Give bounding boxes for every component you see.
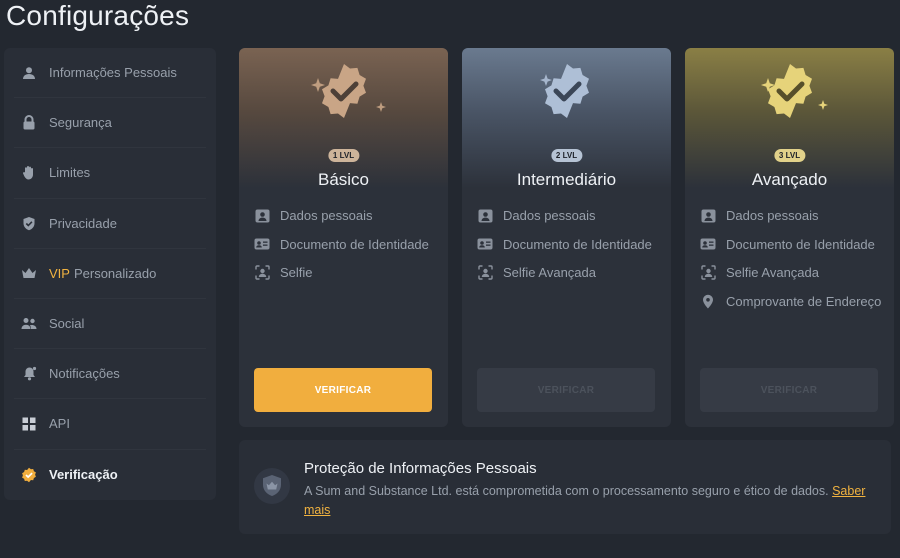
sidebar-item-security[interactable]: Segurança — [14, 98, 206, 149]
card-title: Intermediário — [516, 170, 617, 189]
crown-icon — [20, 264, 38, 282]
sidebar-item-limits[interactable]: Limites — [14, 148, 206, 199]
verified-badge-icon — [269, 60, 419, 150]
person-card-icon — [700, 206, 716, 225]
verified-badge-icon — [715, 60, 865, 150]
page-title: Configurações — [6, 0, 190, 31]
feature-item: Documento de Identidade — [254, 235, 438, 254]
feature-item: Dados pessoais — [477, 206, 661, 225]
verify-button[interactable]: VERIFICAR — [700, 368, 878, 412]
feature-item: Dados pessoais — [254, 206, 438, 225]
feature-item: Selfie Avançada — [700, 263, 884, 282]
verify-button[interactable]: VERIFICAR — [477, 368, 655, 412]
verified-badge-icon — [20, 466, 38, 484]
feature-item: Documento de Identidade — [700, 235, 884, 254]
sidebar-item-api[interactable]: API — [14, 399, 206, 450]
face-scan-icon — [477, 263, 493, 282]
person-card-icon — [477, 206, 493, 225]
user-icon — [20, 64, 38, 82]
sidebar-item-vip[interactable]: VIP Personalizado — [14, 249, 206, 299]
id-card-icon — [477, 235, 493, 254]
card-title: Avançado — [751, 170, 828, 189]
sidebar-item-label: Limites — [49, 165, 91, 181]
sidebar-item-verification[interactable]: Verificação — [14, 450, 206, 500]
sidebar-item-personal-info[interactable]: Informações Pessoais — [14, 48, 206, 99]
megaphone-icon — [20, 365, 38, 383]
sidebar-item-label: Informações Pessoais — [49, 65, 177, 81]
feature-item: Selfie — [254, 263, 438, 282]
face-scan-icon — [700, 263, 716, 282]
level-badge: 1 LVL — [327, 149, 360, 162]
feature-item: Documento de Identidade — [477, 235, 661, 254]
face-scan-icon — [254, 263, 270, 282]
grid-icon — [20, 415, 38, 433]
users-icon — [20, 315, 38, 333]
protection-description: A Sum and Substance Ltd. está comprometi… — [304, 484, 866, 517]
sidebar-item-label: Social — [49, 316, 85, 332]
settings-sidebar: Informações Pessoais Segurança Limites P… — [4, 48, 216, 500]
card-title: Básico — [317, 170, 370, 189]
sidebar-item-label: Notificações — [49, 366, 120, 382]
level-card-basic: 1 LVL Básico Dados pessoais Documento de… — [239, 48, 448, 427]
level-badge: 3 LVL — [773, 149, 806, 162]
data-protection-panel: Proteção de Informações Pessoais A Sum a… — [239, 440, 891, 534]
shield-check-icon — [20, 214, 38, 232]
lock-icon — [20, 114, 38, 132]
person-card-icon — [254, 206, 270, 225]
sidebar-item-label: Verificação — [49, 467, 118, 483]
shield-icon — [253, 467, 291, 505]
location-pin-icon — [700, 292, 716, 311]
sidebar-item-social[interactable]: Social — [14, 299, 206, 350]
feature-list: Dados pessoais Documento de Identidade S… — [254, 206, 438, 292]
sidebar-item-notifications[interactable]: Notificações — [14, 349, 206, 400]
hand-icon — [20, 164, 38, 182]
verify-button[interactable]: VERIFICAR — [254, 368, 432, 412]
feature-list: Dados pessoais Documento de Identidade S… — [700, 206, 884, 320]
id-card-icon — [700, 235, 716, 254]
sidebar-item-label: Segurança — [49, 115, 112, 131]
verified-badge-icon — [492, 60, 642, 150]
protection-title: Proteção de Informações Pessoais — [304, 460, 537, 477]
sidebar-item-label: Privacidade — [49, 215, 117, 231]
level-card-intermediate: 2 LVL Intermediário Dados pessoais Docum… — [462, 48, 671, 427]
sidebar-item-label: API — [49, 416, 70, 432]
feature-item: Selfie Avançada — [477, 263, 661, 282]
feature-item: Comprovante de Endereço — [700, 292, 884, 311]
vip-prefix: VIP — [49, 265, 70, 281]
sidebar-item-label: Personalizado — [73, 265, 157, 281]
feature-item: Dados pessoais — [700, 206, 884, 225]
feature-list: Dados pessoais Documento de Identidade S… — [477, 206, 661, 292]
id-card-icon — [254, 235, 270, 254]
level-card-advanced: 3 LVL Avançado Dados pessoais Documento … — [685, 48, 894, 427]
level-badge: 2 LVL — [550, 149, 583, 162]
sidebar-item-privacy[interactable]: Privacidade — [14, 199, 206, 249]
